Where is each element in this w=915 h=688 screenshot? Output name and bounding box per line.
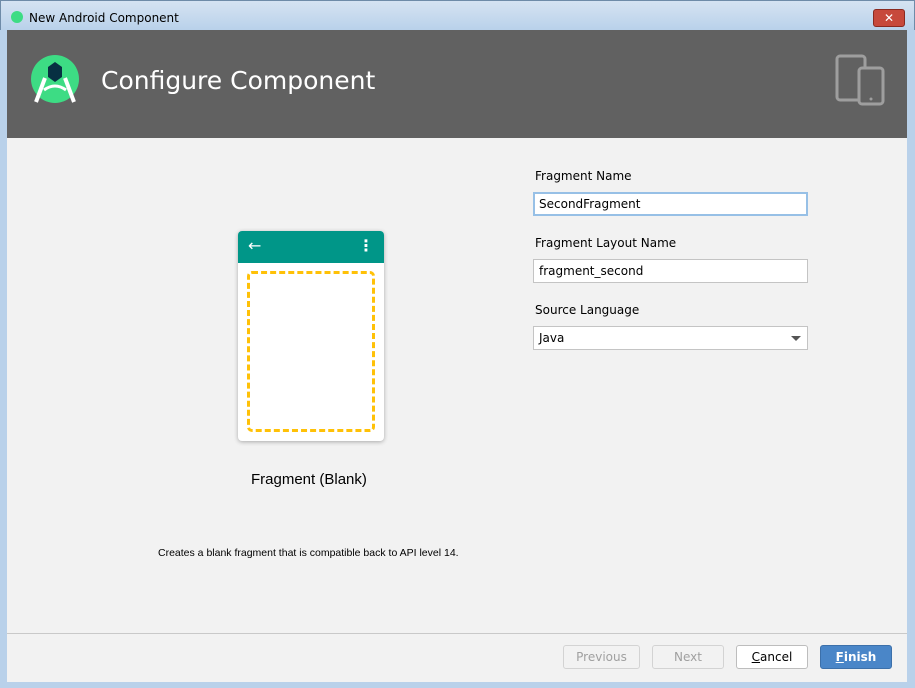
previous-button[interactable]: Previous (563, 645, 640, 669)
fragment-placeholder (247, 271, 375, 432)
mnemonic: C (751, 650, 761, 664)
layout-name-input[interactable]: fragment_second (533, 259, 808, 283)
template-name: Fragment (Blank) (251, 471, 367, 488)
android-studio-icon (11, 11, 23, 23)
page-title: Configure Component (101, 66, 376, 95)
dialog-body: Configure Component ← ⋮ Fragment (Blank) … (7, 30, 907, 682)
next-button[interactable]: Next (652, 645, 724, 669)
close-icon: ✕ (883, 11, 895, 25)
fragment-preview: ← ⋮ (238, 231, 384, 441)
header: Configure Component (7, 30, 907, 138)
divider (7, 633, 907, 634)
label: ancel (760, 650, 793, 664)
label: inish (843, 650, 877, 664)
template-description: Creates a blank fragment that is compati… (158, 547, 459, 559)
finish-button[interactable]: Finish (820, 645, 892, 669)
layout-name-label: Fragment Layout Name (535, 236, 677, 250)
fragment-name-input[interactable]: SecondFragment (533, 192, 808, 216)
source-language-select[interactable]: Java (533, 326, 808, 350)
dropdown-arrow-icon (791, 336, 801, 341)
fragment-name-label: Fragment Name (535, 169, 632, 183)
android-studio-logo (31, 55, 79, 103)
cancel-button[interactable]: Cancel (736, 645, 808, 669)
source-language-label: Source Language (535, 303, 640, 317)
app-bar: ← ⋮ (238, 231, 384, 263)
title-bar: New Android Component ✕ (0, 0, 915, 30)
close-button[interactable]: ✕ (873, 9, 905, 27)
selected-language: Java (539, 331, 565, 345)
more-vert-icon: ⋮ (358, 236, 374, 255)
window-title: New Android Component (29, 11, 179, 25)
devices-icon (835, 54, 885, 106)
back-arrow-icon: ← (248, 236, 262, 255)
mnemonic: F (835, 650, 844, 664)
